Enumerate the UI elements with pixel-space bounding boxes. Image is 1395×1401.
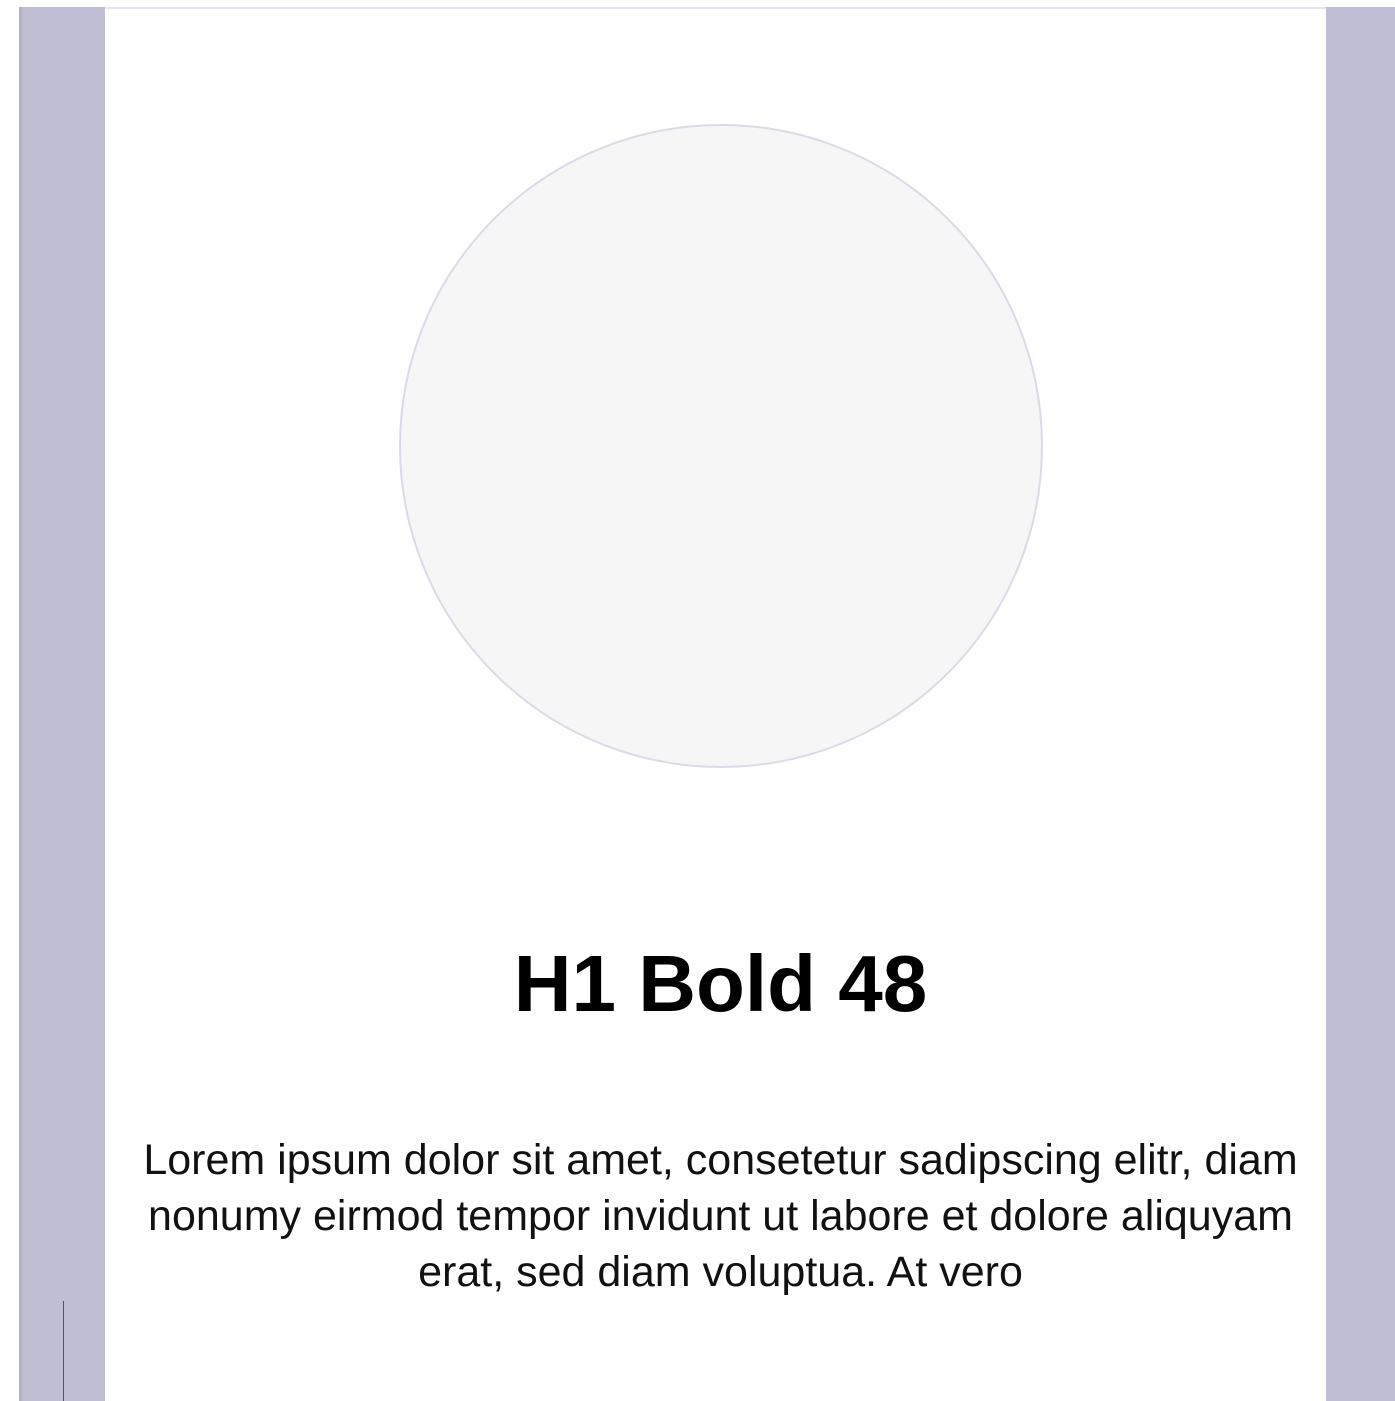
page-title[interactable]: H1 Bold 48 xyxy=(105,934,1336,1034)
content-frame: H1 Bold 48 Lorem ipsum dolor sit amet, c… xyxy=(105,9,1326,1401)
text-cursor xyxy=(63,1301,64,1401)
canvas: H1 Bold 48 Lorem ipsum dolor sit amet, c… xyxy=(0,0,1395,1401)
body-paragraph[interactable]: Lorem ipsum dolor sit amet, consetetur s… xyxy=(119,1132,1322,1300)
circle-image-placeholder-icon[interactable] xyxy=(399,124,1043,768)
right-margin-guide xyxy=(1326,7,1395,1401)
left-margin-guide xyxy=(19,7,105,1401)
